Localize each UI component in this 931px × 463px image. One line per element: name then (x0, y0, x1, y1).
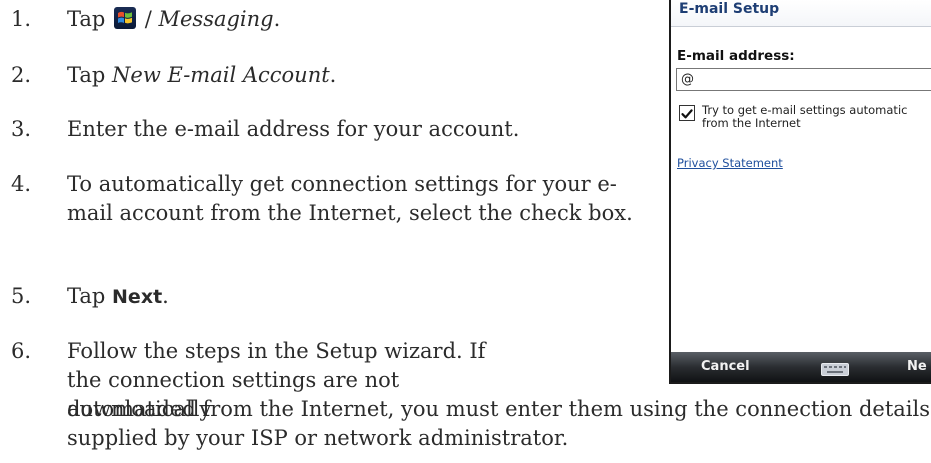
step-text-menu: New E-mail Account (112, 63, 330, 87)
auto-settings-label-line2: from the Internet (702, 116, 801, 130)
step-text: Tap Next. (67, 282, 667, 312)
step-text-end: . (273, 7, 281, 31)
keyboard-icon[interactable] (821, 361, 849, 376)
email-address-input[interactable] (676, 68, 931, 91)
step-number: 6. (11, 339, 32, 363)
step-number: 1. (11, 7, 32, 31)
step-text-button: Next (112, 286, 163, 308)
phone-screenshot: E-mail Setup E-mail address: Try to get … (669, 0, 931, 384)
step-text: Enter the e-mail address for your accoun… (67, 117, 520, 141)
step-text-post: / (144, 7, 152, 31)
auto-settings-checkbox[interactable] (679, 105, 695, 121)
cancel-softkey[interactable]: Cancel (701, 359, 750, 374)
step-number: 3. (11, 117, 32, 141)
next-softkey[interactable]: Ne (907, 359, 927, 374)
privacy-statement-link[interactable]: Privacy Statement (677, 156, 783, 170)
step-text: To automatically get connection settings… (67, 172, 633, 225)
step-text-end: . (162, 284, 169, 308)
step-number: 5. (11, 284, 32, 308)
step-text-menu: Messaging (158, 7, 274, 31)
step-number: 4. (11, 172, 32, 196)
windows-start-icon (114, 7, 137, 29)
step-number: 2. (11, 63, 32, 87)
auto-settings-label: Try to get e-mail settings automatic fro… (702, 104, 907, 130)
email-address-label: E-mail address: (677, 48, 795, 64)
checkmark-icon (681, 109, 693, 119)
phone-titlebar: E-mail Setup (671, 0, 931, 27)
step-text-pre: Tap (67, 7, 106, 31)
step-text: Tap New E-mail Account. (67, 61, 667, 90)
step-text: Tap / Messaging. (67, 5, 667, 34)
step-text-pre: Tap (67, 284, 106, 308)
step-text-end: . (329, 63, 337, 87)
step-text: downloaded from the Internet, you must e… (67, 397, 930, 450)
softkey-bar: Cancel Ne (671, 352, 931, 382)
phone-title: E-mail Setup (679, 1, 780, 17)
step-text-pre: Tap (67, 63, 106, 87)
